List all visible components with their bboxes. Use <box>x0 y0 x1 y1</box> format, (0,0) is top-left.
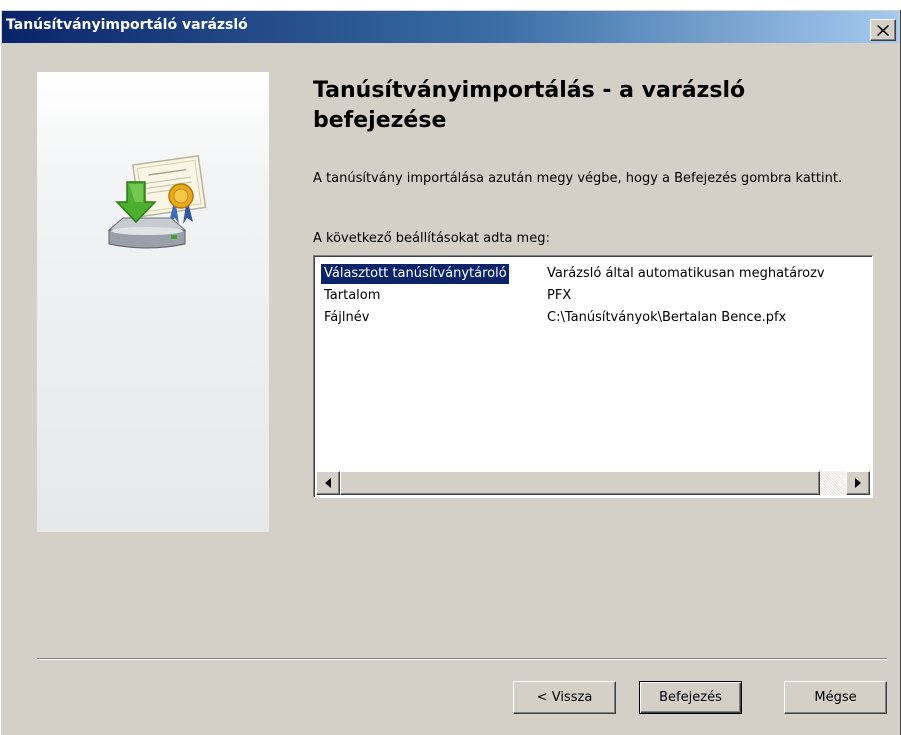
scrollbar-thumb[interactable] <box>340 471 820 495</box>
arrow-left-icon <box>325 478 331 488</box>
title-bar[interactable]: Tanúsítványimportáló varázsló <box>1 10 900 44</box>
scroll-left-button[interactable] <box>316 471 340 495</box>
page-title: Tanúsítványimportálás - a varázsló befej… <box>313 78 746 133</box>
setting-value: PFX <box>547 288 572 303</box>
horizontal-scrollbar[interactable] <box>316 471 870 495</box>
settings-rows: Választott tanúsítványtároló Varázsló ál… <box>321 263 870 329</box>
certificate-import-icon <box>107 155 207 249</box>
list-item[interactable]: Tartalom PFX <box>321 285 870 307</box>
settings-list[interactable]: Választott tanúsítványtároló Varázsló ál… <box>313 255 873 498</box>
setting-value: C:\Tanúsítványok\Bertalan Bence.pfx <box>547 310 787 325</box>
arrow-right-icon <box>855 478 861 488</box>
close-button[interactable] <box>870 19 896 41</box>
setting-name: Tartalom <box>324 288 381 303</box>
close-icon <box>877 24 889 36</box>
setting-name: Választott tanúsítványtároló <box>321 264 509 284</box>
list-item[interactable]: Fájlnév C:\Tanúsítványok\Bertalan Bence.… <box>321 307 870 329</box>
wizard-window: Tanúsítványimportáló varázsló Tanúsítván… <box>0 10 901 735</box>
back-button[interactable]: < Vissza <box>513 681 616 714</box>
cancel-button[interactable]: Mégse <box>784 681 887 714</box>
wizard-side-panel <box>37 72 269 532</box>
scroll-right-button[interactable] <box>846 471 870 495</box>
setting-value: Varázsló által automatikusan meghatározv <box>547 266 825 281</box>
title-bar-fill: Tanúsítványimportáló varázsló <box>2 11 899 43</box>
list-item[interactable]: Választott tanúsítványtároló Varázsló ál… <box>321 263 870 285</box>
settings-label: A következő beállításokat adta meg: <box>313 231 550 246</box>
window-title: Tanúsítványimportáló varázsló <box>6 17 248 33</box>
setting-name: Fájlnév <box>324 310 370 325</box>
button-separator <box>37 658 887 660</box>
finish-button[interactable]: Befejezés <box>639 681 742 714</box>
page-description: A tanúsítvány importálása azután megy vé… <box>313 171 843 186</box>
